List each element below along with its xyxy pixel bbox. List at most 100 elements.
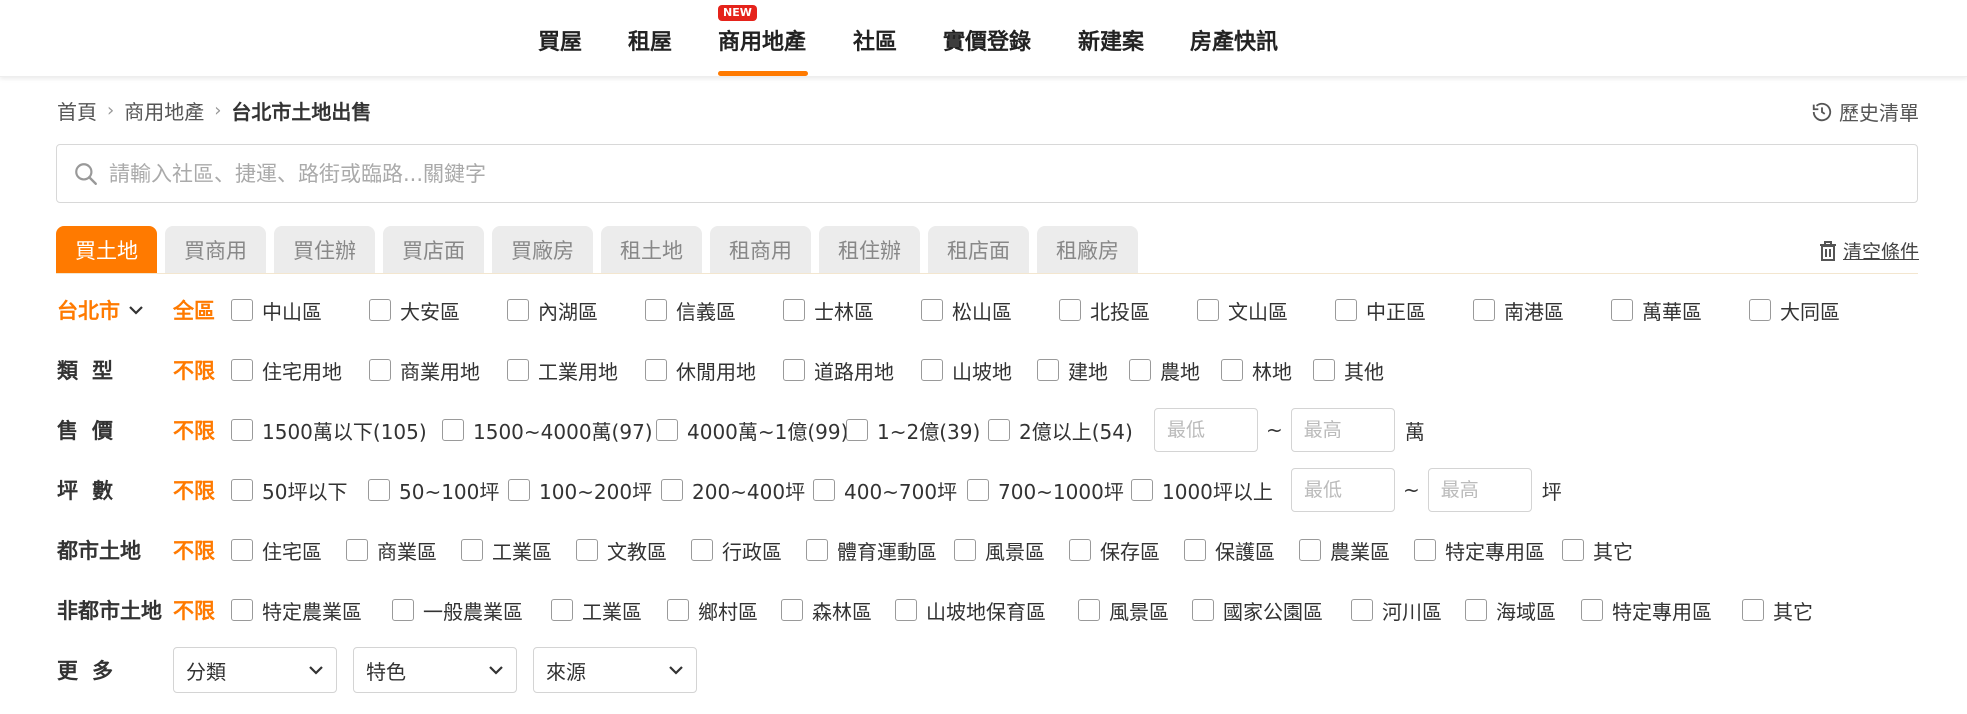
breadcrumb-section[interactable]: 商用地產 <box>124 96 204 125</box>
checkbox[interactable] <box>1351 599 1373 621</box>
tab-rent-office[interactable]: 租住辦 <box>819 226 920 273</box>
district-option[interactable]: 松山區 <box>921 296 1059 325</box>
checkbox[interactable] <box>1335 299 1357 321</box>
checkbox[interactable] <box>346 539 368 561</box>
checkbox[interactable] <box>1299 539 1321 561</box>
checkbox[interactable] <box>1313 359 1335 381</box>
checkbox[interactable] <box>921 299 943 321</box>
price-option[interactable]: 1500萬以下(105) <box>231 416 442 445</box>
nonurban-option[interactable]: 風景區 <box>1078 596 1192 625</box>
urban-option[interactable]: 農業區 <box>1299 536 1414 565</box>
tab-rent-shop[interactable]: 租店面 <box>928 226 1029 273</box>
tab-rent-factory[interactable]: 租廠房 <box>1037 226 1138 273</box>
area-option[interactable]: 50坪以下 <box>231 476 368 505</box>
checkbox[interactable] <box>1221 359 1243 381</box>
nav-community[interactable]: 社區 <box>853 24 897 56</box>
checkbox[interactable] <box>392 599 414 621</box>
city-selector[interactable]: 台北市 <box>57 295 173 325</box>
nav-rent-house[interactable]: 租屋 <box>628 24 672 56</box>
area-min-input[interactable] <box>1291 468 1395 512</box>
checkbox[interactable] <box>368 479 390 501</box>
nonurban-option[interactable]: 特定專用區 <box>1581 596 1742 625</box>
district-option[interactable]: 中山區 <box>231 296 369 325</box>
checkbox[interactable] <box>551 599 573 621</box>
checkbox[interactable] <box>231 479 253 501</box>
district-option[interactable]: 萬華區 <box>1611 296 1749 325</box>
urban-option[interactable]: 保護區 <box>1184 536 1299 565</box>
checkbox[interactable] <box>369 359 391 381</box>
urban-option[interactable]: 文教區 <box>576 536 691 565</box>
feature-select[interactable]: 特色 <box>353 647 517 693</box>
checkbox[interactable] <box>1078 599 1100 621</box>
urban-option[interactable]: 行政區 <box>691 536 806 565</box>
district-option[interactable]: 文山區 <box>1197 296 1335 325</box>
checkbox[interactable] <box>691 539 713 561</box>
search-input[interactable] <box>109 161 1917 186</box>
checkbox[interactable] <box>231 539 253 561</box>
nonurban-option[interactable]: 特定農業區 <box>231 596 392 625</box>
tab-buy-office[interactable]: 買住辦 <box>274 226 375 273</box>
checkbox[interactable] <box>661 479 683 501</box>
type-option[interactable]: 工業用地 <box>507 356 645 385</box>
nav-buy-house[interactable]: 買屋 <box>538 24 582 56</box>
checkbox[interactable] <box>645 299 667 321</box>
area-any-option[interactable]: 不限 <box>173 475 231 505</box>
checkbox[interactable] <box>231 359 253 381</box>
tab-rent-commercial[interactable]: 租商用 <box>710 226 811 273</box>
urban-option[interactable]: 風景區 <box>954 536 1069 565</box>
checkbox[interactable] <box>442 419 464 441</box>
checkbox[interactable] <box>813 479 835 501</box>
checkbox[interactable] <box>231 419 253 441</box>
nonurban-option[interactable]: 一般農業區 <box>392 596 551 625</box>
checkbox[interactable] <box>806 539 828 561</box>
price-option[interactable]: 4000萬~1億(99) <box>656 416 848 445</box>
district-option[interactable]: 士林區 <box>783 296 921 325</box>
area-option[interactable]: 100~200坪 <box>508 476 661 505</box>
type-option[interactable]: 建地 <box>1037 356 1129 385</box>
checkbox[interactable] <box>954 539 976 561</box>
checkbox[interactable] <box>1129 359 1151 381</box>
nonurban-option[interactable]: 山坡地保育區 <box>895 596 1078 625</box>
urban-any-option[interactable]: 不限 <box>173 535 231 565</box>
checkbox[interactable] <box>508 479 530 501</box>
urban-option[interactable]: 住宅區 <box>231 536 346 565</box>
type-option[interactable]: 道路用地 <box>783 356 921 385</box>
nonurban-option[interactable]: 森林區 <box>781 596 895 625</box>
checkbox[interactable] <box>645 359 667 381</box>
checkbox[interactable] <box>1465 599 1487 621</box>
type-option[interactable]: 山坡地 <box>921 356 1037 385</box>
tab-buy-land[interactable]: 買土地 <box>56 226 157 273</box>
nonurban-option[interactable]: 其它 <box>1742 596 1832 625</box>
checkbox[interactable] <box>231 299 253 321</box>
checkbox[interactable] <box>1473 299 1495 321</box>
price-option[interactable]: 2億以上(54) <box>988 416 1154 445</box>
checkbox[interactable] <box>988 419 1010 441</box>
urban-option[interactable]: 特定專用區 <box>1414 536 1562 565</box>
area-option[interactable]: 1000坪以上 <box>1131 476 1291 505</box>
checkbox[interactable] <box>461 539 483 561</box>
district-option[interactable]: 內湖區 <box>507 296 645 325</box>
clear-conditions-button[interactable]: 清空條件 <box>1819 237 1919 264</box>
price-option[interactable]: 1500~4000萬(97) <box>442 416 656 445</box>
source-select[interactable]: 來源 <box>533 647 697 693</box>
category-select[interactable]: 分類 <box>173 647 337 693</box>
checkbox[interactable] <box>1581 599 1603 621</box>
nonurban-option[interactable]: 海域區 <box>1465 596 1581 625</box>
checkbox[interactable] <box>1749 299 1771 321</box>
nonurban-option[interactable]: 工業區 <box>551 596 667 625</box>
checkbox[interactable] <box>781 599 803 621</box>
urban-option[interactable]: 體育運動區 <box>806 536 954 565</box>
checkbox[interactable] <box>1037 359 1059 381</box>
checkbox[interactable] <box>1192 599 1214 621</box>
checkbox[interactable] <box>1562 539 1584 561</box>
nav-commercial-property[interactable]: 商用地產 <box>718 24 806 56</box>
district-option[interactable]: 南港區 <box>1473 296 1611 325</box>
breadcrumb-home[interactable]: 首頁 <box>57 96 97 125</box>
checkbox[interactable] <box>1184 539 1206 561</box>
urban-option[interactable]: 工業區 <box>461 536 576 565</box>
type-option[interactable]: 農地 <box>1129 356 1221 385</box>
area-option[interactable]: 400~700坪 <box>813 476 967 505</box>
nonurban-option[interactable]: 河川區 <box>1351 596 1465 625</box>
tab-buy-commercial[interactable]: 買商用 <box>165 226 266 273</box>
urban-option[interactable]: 保存區 <box>1069 536 1184 565</box>
